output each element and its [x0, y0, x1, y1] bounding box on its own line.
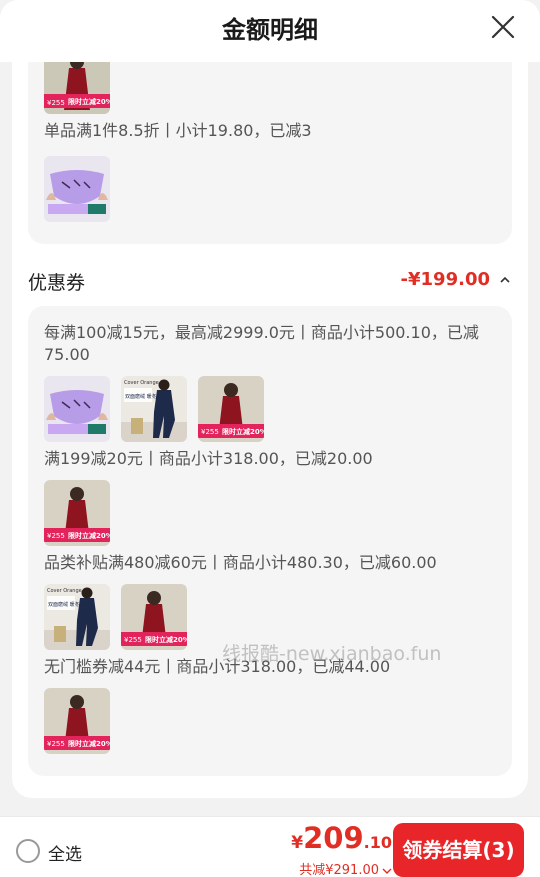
chevron-up-icon[interactable] [498, 274, 512, 286]
coupon-section-header[interactable]: 优惠券 -¥199.00 [28, 265, 512, 295]
red-dress-product-image[interactable]: ¥255 限时立减20% [44, 62, 110, 114]
purple-briefs-product-image[interactable] [44, 376, 110, 442]
red-dress-product-image[interactable]: ¥255 限时立减20% [44, 480, 110, 546]
navy-caption-label: 双面磨绒 暖冬神器 [125, 393, 167, 400]
checkout-button[interactable]: 领券结算(3) [393, 823, 524, 877]
price-integer: 209 [303, 821, 364, 855]
navy-brand-label: Cover Orange [124, 380, 159, 386]
sheet-title: 金额明细 [222, 16, 318, 44]
select-all-label[interactable]: 全选 [48, 840, 82, 865]
price-symbol: ¥ [291, 833, 304, 853]
total-price-block[interactable]: ¥209.10 共减¥291.00 [291, 820, 392, 877]
coupon-rule-3: 品类补贴满480减60元丨商品小计480.30，已减60.00 [44, 553, 437, 572]
sale-tag: 限时立减20% [222, 427, 264, 436]
sheet-header: 金额明细 [0, 0, 540, 62]
sale-tag: 限时立减20% [145, 635, 187, 644]
total-discount[interactable]: 共减¥291.00 [291, 859, 392, 877]
total-discount-label: 共减¥291.00 [299, 863, 379, 877]
red-dress-product-image[interactable]: ¥255 限时立减20% [44, 688, 110, 754]
red-dress-product-image[interactable]: ¥255 限时立减20% [121, 584, 187, 650]
select-all-checkbox[interactable] [16, 839, 40, 863]
price-tag: ¥255 [47, 532, 65, 540]
sale-tag: 限时立减20% [68, 531, 110, 540]
amount-detail-sheet: 金额明细 ¥255 限时立减20% 单品满1件8.5折丨小计19.80，已减3 … [0, 0, 540, 877]
chevron-down-icon [382, 868, 392, 874]
coupon-card: 每满100减15元，最高减2999.0元丨商品小计500.10，已减75.00 [28, 306, 512, 776]
price-tag: ¥255 [47, 740, 65, 748]
coupon-total-amount: -¥199.00 [400, 269, 490, 290]
navy-brand-label: Cover Orange [47, 588, 82, 594]
total-price: ¥209.10 [291, 820, 392, 861]
close-button[interactable] [488, 12, 518, 42]
red-dress-product-image[interactable]: ¥255 限时立减20% [198, 376, 264, 442]
price-tag: ¥255 [47, 99, 65, 107]
price-tag: ¥255 [124, 636, 142, 644]
sale-tag: 限时立减20% [68, 739, 110, 748]
purple-briefs-product-image[interactable] [44, 156, 110, 222]
coupon-section-title: 优惠券 [28, 272, 86, 294]
navy-caption-label: 双面磨绒 暖冬神器 [48, 601, 90, 608]
sale-tag: 限时立减20% [68, 97, 110, 106]
navy-pajama-product-image[interactable]: Cover Orange 双面磨绒 暖冬神器 [44, 584, 110, 650]
close-icon [491, 15, 515, 39]
product-discount-rule: 单品满1件8.5折丨小计19.80，已减3 [44, 121, 312, 140]
price-decimal: .10 [363, 833, 392, 852]
watermark: 线报酷-new.xianbao.fun [222, 643, 442, 665]
detail-content[interactable]: ¥255 限时立减20% 单品满1件8.5折丨小计19.80，已减3 优惠券 -… [12, 62, 528, 798]
navy-pajama-product-image[interactable]: Cover Orange 双面磨绒 暖冬神器 [121, 376, 187, 442]
checkout-bar: 全选 ¥209.10 共减¥291.00 领券结算(3) [0, 816, 540, 877]
coupon-rule-1: 每满100减15元，最高减2999.0元丨商品小计500.10，已减75.00 [44, 323, 479, 364]
product-discount-card: ¥255 限时立减20% 单品满1件8.5折丨小计19.80，已减3 [28, 62, 512, 244]
coupon-rule-2: 满199减20元丨商品小计318.00，已减20.00 [44, 449, 373, 468]
price-tag: ¥255 [201, 428, 219, 436]
